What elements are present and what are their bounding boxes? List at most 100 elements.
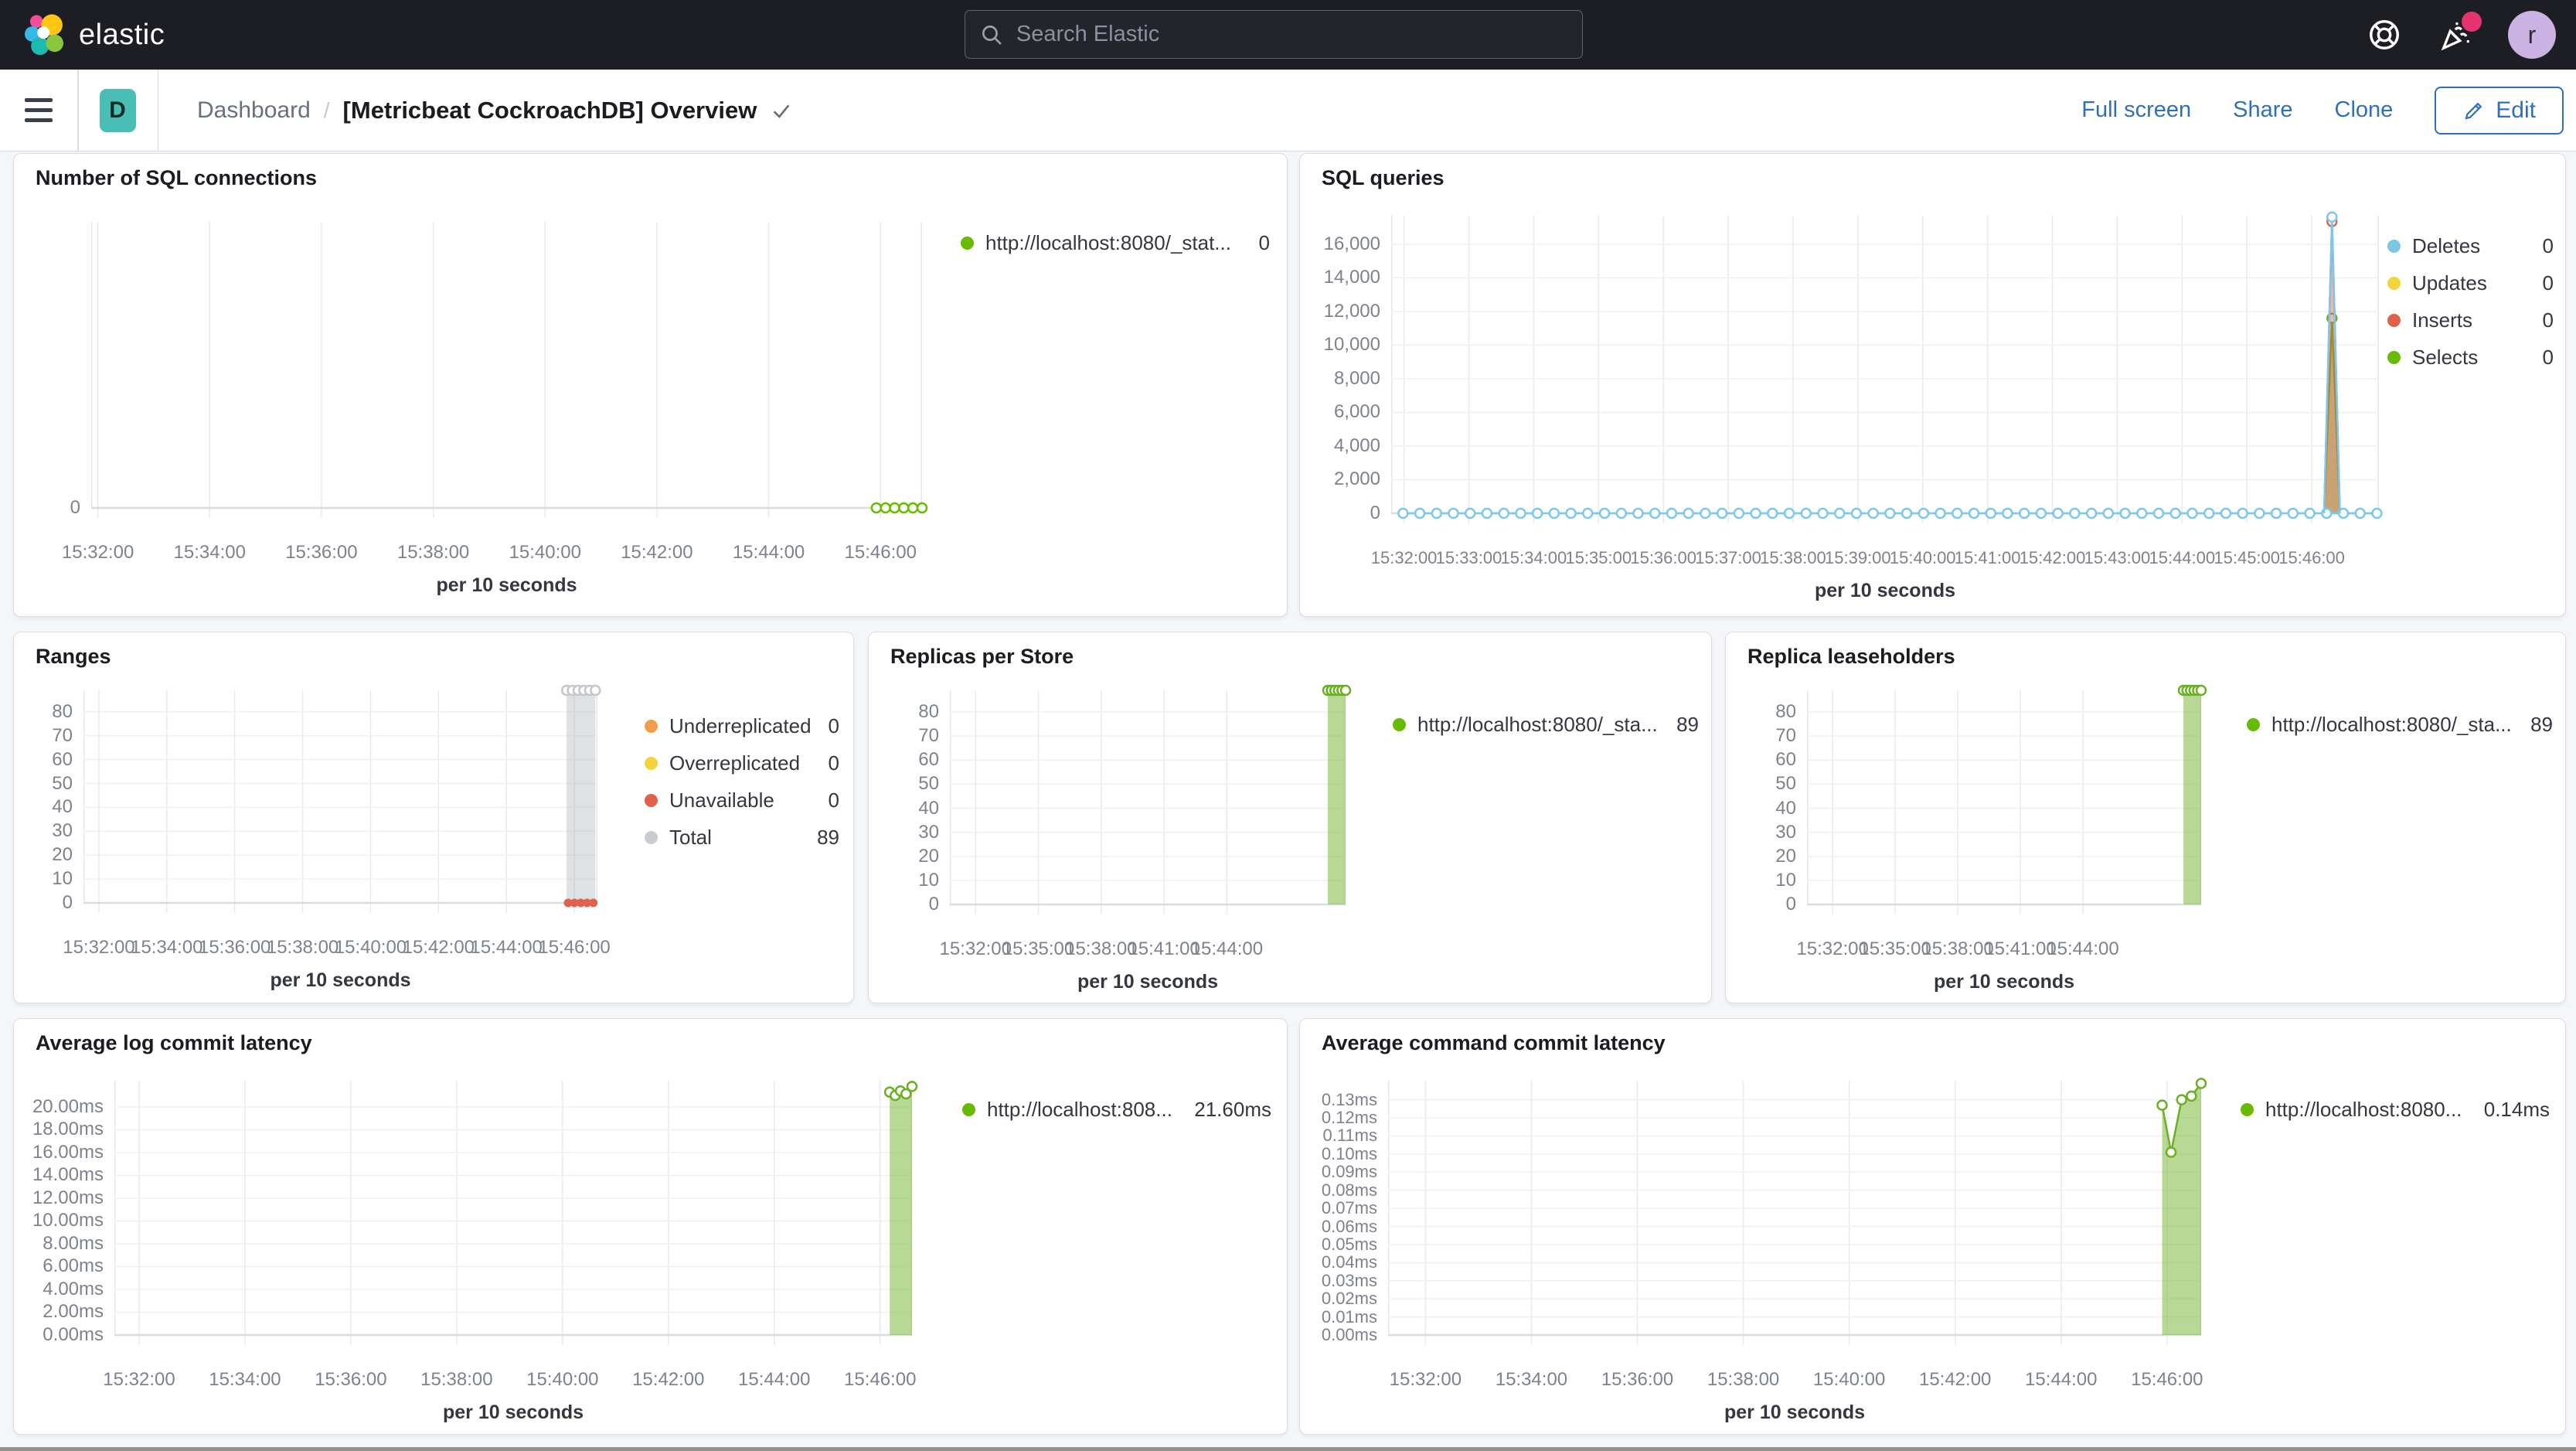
legend-item[interactable]: Unavailable 0 xyxy=(645,789,839,812)
elastic-logo[interactable]: elastic xyxy=(23,12,165,57)
legend-value: 89 xyxy=(1676,713,1699,736)
user-avatar[interactable]: r xyxy=(2508,11,2556,59)
pencil-icon xyxy=(2465,102,2482,120)
legend-swatch xyxy=(2387,277,2401,290)
legend-value: 89 xyxy=(2530,713,2553,736)
panel-replica-leaseholders: Replica leaseholders 0 10 20 30 40 50 60 70 80 15… xyxy=(1725,632,2566,1003)
legend-label: Overreplicated xyxy=(669,751,801,775)
legend-item[interactable]: Updates 0 xyxy=(2387,271,2554,295)
panel-ranges: Ranges 0 10 20 30 40 50 60 70 80 15:32:00 15:34:00… xyxy=(13,632,854,1003)
chart-legend: http://localhost:8080/_stat... 0 xyxy=(961,231,1270,255)
legend-item[interactable]: http://localhost:8080/_sta... 89 xyxy=(2247,713,2553,737)
legend-item[interactable]: http://localhost:8080... 0.14ms xyxy=(2241,1098,2550,1122)
search-input[interactable] xyxy=(1016,22,1568,47)
y-tick-label: 10 xyxy=(1775,869,1796,891)
legend-item[interactable]: Selects 0 xyxy=(2387,346,2554,370)
help-button[interactable] xyxy=(2366,16,2403,53)
legend-item[interactable]: Underreplicated 0 xyxy=(645,714,839,738)
legend-value: 0 xyxy=(2542,308,2554,332)
y-tick-label: 10.00ms xyxy=(32,1210,104,1231)
legend-item[interactable]: http://localhost:808... 21.60ms xyxy=(962,1098,1271,1122)
y-tick-label: 70 xyxy=(52,724,73,746)
edit-button[interactable]: Edit xyxy=(2435,86,2564,135)
legend-item[interactable]: http://localhost:8080/_stat... 0 xyxy=(961,231,1270,255)
legend-item[interactable]: http://localhost:8080/_sta... 89 xyxy=(1393,713,1699,737)
legend-swatch xyxy=(2387,314,2401,327)
x-axis-title: per 10 seconds xyxy=(436,574,577,596)
space-initial: D xyxy=(109,97,126,123)
legend-value: 0 xyxy=(2542,234,2554,257)
chart-average-command-commit-latency: 0.00ms 0.01ms 0.02ms 0.03ms 0.04ms 0.05ms 0.06… xyxy=(1300,1019,2565,1434)
y-tick-label: 6,000 xyxy=(1333,401,1380,423)
chart-number-of-sql-connections: 0 15:32:00 15:34:00 15:36:00 15:38:00 15:40:0… xyxy=(14,154,1287,616)
global-search[interactable] xyxy=(965,10,1583,59)
app-header: elastic Search Elastic r xyxy=(0,0,2576,70)
y-tick-label: 60 xyxy=(918,749,939,771)
y-tick-label: 0 xyxy=(70,497,80,518)
y-tick-label: 0 xyxy=(1370,502,1380,523)
legend-label: Inserts xyxy=(2412,308,2473,332)
legend-item[interactable]: Deletes 0 xyxy=(2387,234,2554,258)
y-tick-label: 40 xyxy=(52,796,73,818)
y-tick-label: 30 xyxy=(918,821,939,843)
x-axis-title: per 10 seconds xyxy=(1724,1402,1866,1423)
bottom-edge xyxy=(0,1447,2576,1451)
y-tick-label: 2,000 xyxy=(1333,468,1380,490)
news-button[interactable] xyxy=(2437,12,2482,53)
y-tick-label: 70 xyxy=(1775,725,1796,747)
page-title: [Metricbeat CockroachDB] Overview xyxy=(342,96,757,124)
y-tick-label: 4,000 xyxy=(1333,434,1380,456)
legend-value: 0 xyxy=(2542,346,2554,369)
chart-ranges: 0 10 20 30 40 50 60 70 80 15:32:00 15:34:00 15:36:0… xyxy=(14,632,853,1003)
notification-badge xyxy=(2462,12,2482,32)
full-screen-button[interactable]: Full screen xyxy=(2081,97,2191,123)
legend-value: 0.14ms xyxy=(2483,1098,2550,1121)
legend-label: Deletes xyxy=(2412,234,2481,257)
panel-number-of-sql-connections: Number of SQL connections 0 15:32:00 15:34… xyxy=(13,153,1288,617)
y-tick-label: 70 xyxy=(918,725,939,747)
breadcrumb: Dashboard / [Metricbeat CockroachDB] Ove… xyxy=(197,97,794,124)
breadcrumb-dashboard[interactable]: Dashboard xyxy=(197,97,311,124)
x-tick-label: 15:46:00 xyxy=(844,1369,917,1390)
breadcrumb-separator: / xyxy=(323,97,330,122)
y-tick-label: 14.00ms xyxy=(32,1164,104,1186)
menu-button[interactable] xyxy=(25,98,56,122)
y-tick-label: 50 xyxy=(918,773,939,795)
y-tick-label: 14,000 xyxy=(1323,267,1380,288)
legend-swatch xyxy=(2387,240,2401,253)
chart-legend: http://localhost:808... 21.60ms xyxy=(962,1098,1271,1122)
legend-value: 0 xyxy=(1258,231,1270,254)
y-tick-label: 0 xyxy=(1785,894,1796,915)
y-tick-label: 60 xyxy=(52,748,73,770)
panel-sql-queries: SQL queries 0 2,000 4,000 6,000 8,000 10,000 1… xyxy=(1299,153,2566,617)
y-tick-label: 10 xyxy=(52,868,73,890)
y-tick-label: 12.00ms xyxy=(32,1187,104,1208)
legend-label: http://localhost:8080/_sta... xyxy=(1417,713,1658,736)
legend-swatch xyxy=(645,794,658,807)
x-axis-title: per 10 seconds xyxy=(1933,971,2075,993)
share-button[interactable]: Share xyxy=(2233,97,2292,123)
space-switcher[interactable]: D xyxy=(99,88,136,132)
y-tick-label: 60 xyxy=(1775,749,1796,771)
y-tick-label: 10,000 xyxy=(1323,334,1380,356)
x-axis-title: per 10 seconds xyxy=(1077,971,1219,993)
clone-button[interactable]: Clone xyxy=(2335,97,2394,123)
legend-label: Total xyxy=(669,826,712,849)
x-tick-label: 15:46:00 xyxy=(538,937,611,958)
panel-average-command-commit-latency: Average command commit latency 0.00ms 0.0… xyxy=(1299,1018,2566,1435)
chart-legend: http://localhost:8080/_sta... 89 xyxy=(2247,713,2553,737)
legend-item[interactable]: Total 89 xyxy=(645,826,839,850)
chart-legend: http://localhost:8080... 0.14ms xyxy=(2241,1098,2550,1122)
top-navbar: D Dashboard / [Metricbeat CockroachDB] O… xyxy=(0,69,2576,152)
y-tick-label: 18.00ms xyxy=(32,1119,104,1140)
legend-item[interactable]: Inserts 0 xyxy=(2387,308,2554,332)
legend-swatch xyxy=(645,720,658,733)
y-tick-label: 6.00ms xyxy=(43,1255,104,1277)
legend-swatch xyxy=(645,757,658,770)
legend-label: http://localhost:8080/_stat... xyxy=(985,231,1231,254)
y-tick-label: 12,000 xyxy=(1323,300,1380,322)
legend-label: http://localhost:8080... xyxy=(2265,1098,2462,1121)
legend-item[interactable]: Overreplicated 0 xyxy=(645,751,839,775)
chart-legend: http://localhost:8080/_sta... 89 xyxy=(1393,713,1699,737)
legend-swatch xyxy=(2247,718,2260,731)
